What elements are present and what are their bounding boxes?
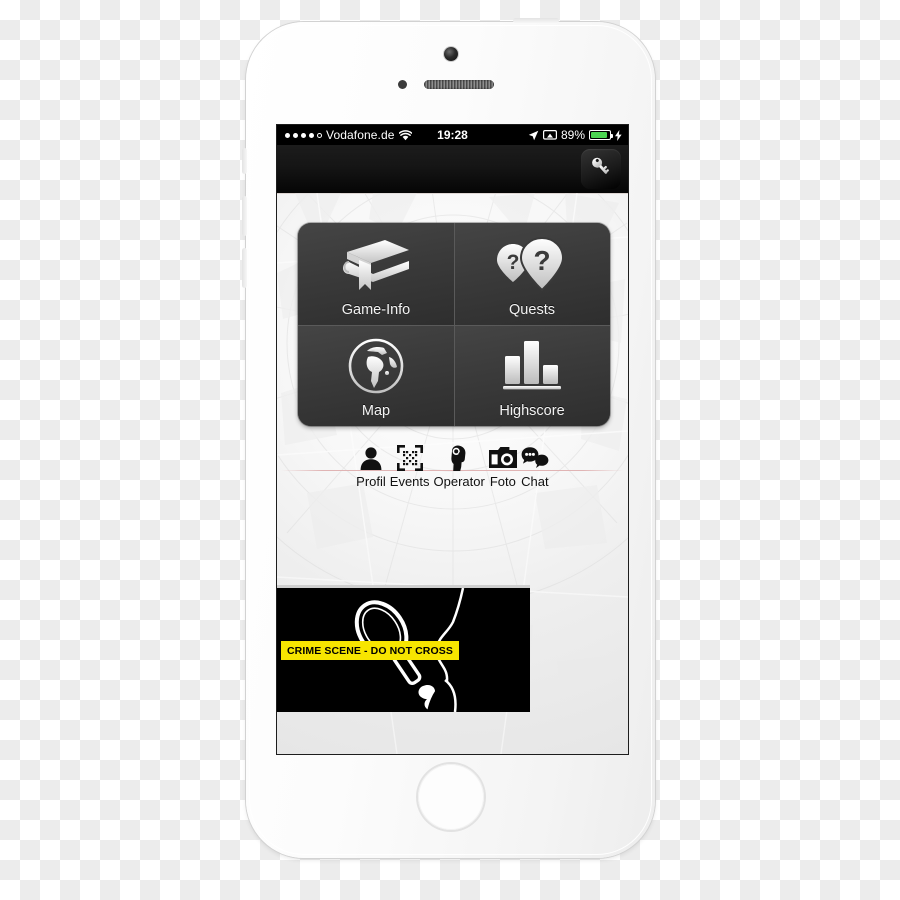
speech-bubbles-icon — [521, 443, 549, 473]
volume-down-button[interactable] — [242, 248, 247, 288]
crime-scene-tape: CRIME SCENE - DO NOT CROSS — [281, 641, 459, 660]
detective-head-icon — [446, 443, 472, 473]
person-icon — [358, 443, 384, 473]
location-arrow-icon — [528, 130, 539, 141]
lightning-bolt-icon — [615, 129, 622, 141]
wifi-icon — [398, 129, 412, 141]
tile-map[interactable]: Map — [298, 324, 454, 426]
battery-percentage-label: 89% — [560, 128, 585, 142]
map-pin-question-icon: ? ? — [497, 230, 567, 294]
svg-text:?: ? — [533, 245, 550, 276]
qr-code-scan-icon — [396, 443, 423, 473]
status-bar-right: 89% — [528, 128, 628, 142]
app-nav-bar — [277, 145, 628, 193]
carrier-label: Vodafone.de — [326, 128, 395, 142]
toolbar-item-operator[interactable]: Operator — [432, 443, 487, 489]
bottom-toolbar: Profil Events Operator Foto Chat — [277, 443, 628, 499]
home-button[interactable] — [417, 764, 484, 830]
toolbar-item-label: Events — [389, 474, 430, 489]
volume-up-button[interactable] — [242, 196, 247, 236]
toolbar-item-label: Foto — [489, 474, 516, 489]
crime-tape-label: CRIME SCENE - DO NOT CROSS — [287, 644, 453, 657]
tile-label: Quests — [509, 301, 555, 318]
main-menu-grid: Game-Info ? ? Quests Map Highscore — [298, 223, 610, 426]
toolbar-item-chat[interactable]: Chat — [519, 443, 551, 489]
earpiece-speaker — [424, 80, 494, 89]
signal-strength-icon — [285, 132, 322, 138]
svg-text:?: ? — [507, 251, 520, 274]
toolbar-item-label: Operator — [433, 474, 485, 489]
tile-label: Map — [361, 403, 391, 420]
status-bar: Vodafone.de 19:28 89% — [277, 125, 628, 145]
proximity-sensor-icon — [398, 80, 407, 89]
bar-chart-icon — [501, 331, 563, 395]
tile-label: Highscore — [499, 403, 565, 420]
book-icon — [339, 230, 413, 294]
phone-device: Vodafone.de 19:28 89% Game-Info ? ? Ques… — [242, 18, 655, 858]
battery-icon — [589, 130, 613, 140]
tile-label: Game-Info — [341, 301, 411, 318]
toolbar-item-label: Profil — [356, 474, 386, 489]
tile-highscore[interactable]: Highscore — [454, 324, 610, 426]
app-content: Game-Info ? ? Quests Map Highscore Profi… — [277, 193, 628, 754]
key-icon — [588, 154, 614, 185]
status-bar-left: Vodafone.de — [277, 128, 412, 142]
tile-game-info[interactable]: Game-Info — [298, 223, 454, 325]
tile-quests[interactable]: ? ? Quests — [454, 223, 610, 325]
silent-switch[interactable] — [242, 148, 247, 174]
phone-screen: Vodafone.de 19:28 89% Game-Info ? ? Ques… — [277, 125, 628, 754]
toolbar-item-profil[interactable]: Profil — [354, 443, 388, 489]
key-button[interactable] — [581, 149, 621, 189]
toolbar-item-events[interactable]: Events — [388, 443, 432, 489]
camera-icon — [488, 443, 517, 473]
power-button[interactable] — [513, 18, 559, 23]
globe-icon — [347, 331, 405, 395]
crime-scene-banner[interactable]: CRIME SCENE - DO NOT CROSS — [277, 588, 530, 712]
toolbar-item-label: Chat — [521, 474, 549, 489]
front-camera-icon — [443, 47, 458, 61]
airplay-icon — [542, 129, 557, 141]
toolbar-item-foto[interactable]: Foto — [487, 443, 519, 489]
